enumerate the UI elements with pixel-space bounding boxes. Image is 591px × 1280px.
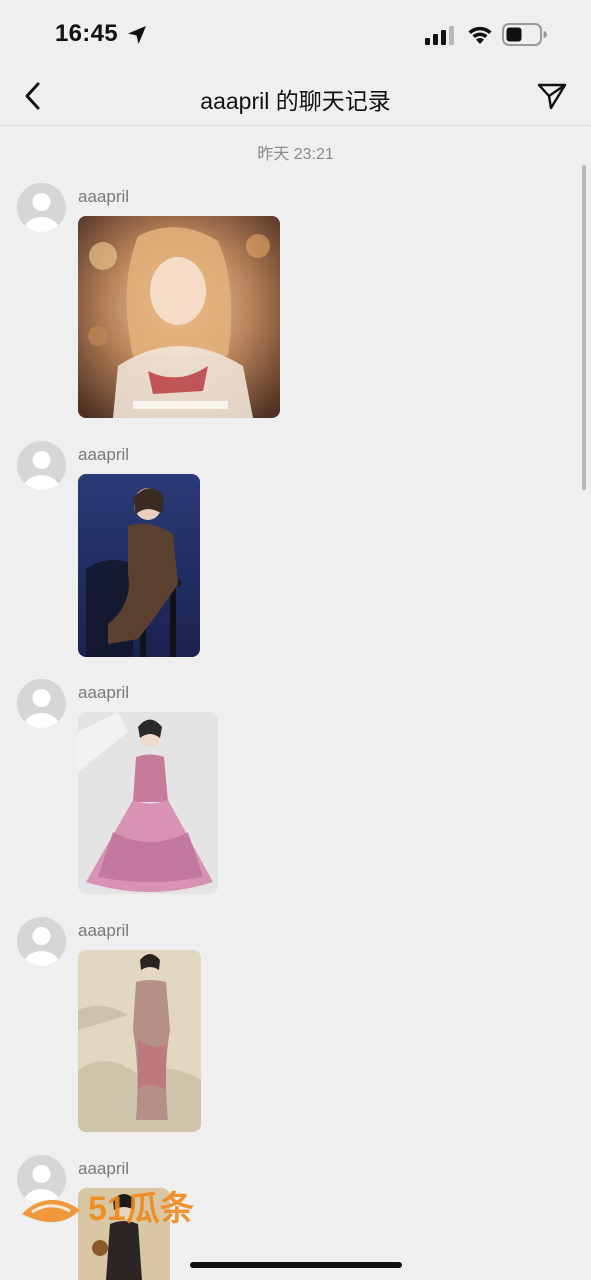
chat-timestamp: 昨天 23:21 (257, 146, 334, 163)
anime-artwork-image (78, 216, 280, 418)
sender-name: aaapril (78, 1159, 130, 1178)
avatar[interactable] (17, 183, 66, 232)
watermark-logo: 51瓜条 (18, 1180, 208, 1236)
default-avatar-icon (17, 679, 66, 728)
sender-name: aaapril (78, 921, 130, 940)
status-time: 16:45 (55, 20, 118, 47)
image-message[interactable] (78, 950, 201, 1132)
avatar[interactable] (17, 441, 66, 490)
send-button[interactable] (536, 80, 568, 112)
default-avatar-icon (17, 183, 66, 232)
location-arrow-icon (126, 24, 148, 46)
default-avatar-icon (17, 917, 66, 966)
image-message[interactable] (78, 216, 280, 418)
watermark-logo-image: 51瓜条 (22, 1190, 194, 1228)
qipao-dress-image (78, 950, 201, 1132)
watermark-brand-text: 51瓜条 (88, 1190, 194, 1228)
page-title: aaapril 的聊天记录 (200, 88, 391, 114)
send-icon (537, 83, 567, 110)
sender-name: aaapril (78, 445, 130, 464)
black-dress-image (78, 474, 200, 657)
default-avatar-icon (17, 441, 66, 490)
status-bar: 16:45 (0, 0, 591, 68)
pink-gown-image (78, 712, 218, 894)
image-message[interactable] (78, 712, 218, 894)
battery-icon (502, 23, 547, 46)
wifi-icon (466, 24, 494, 46)
home-indicator[interactable] (190, 1262, 402, 1268)
cellular-signal-icon (425, 26, 455, 45)
scrollbar[interactable] (582, 165, 586, 490)
nav-bar: aaapril 的聊天记录 (0, 68, 591, 126)
avatar[interactable] (17, 917, 66, 966)
image-message[interactable] (78, 474, 200, 657)
sender-name: aaapril (78, 683, 130, 702)
avatar[interactable] (17, 679, 66, 728)
sender-name: aaapril (78, 187, 130, 206)
